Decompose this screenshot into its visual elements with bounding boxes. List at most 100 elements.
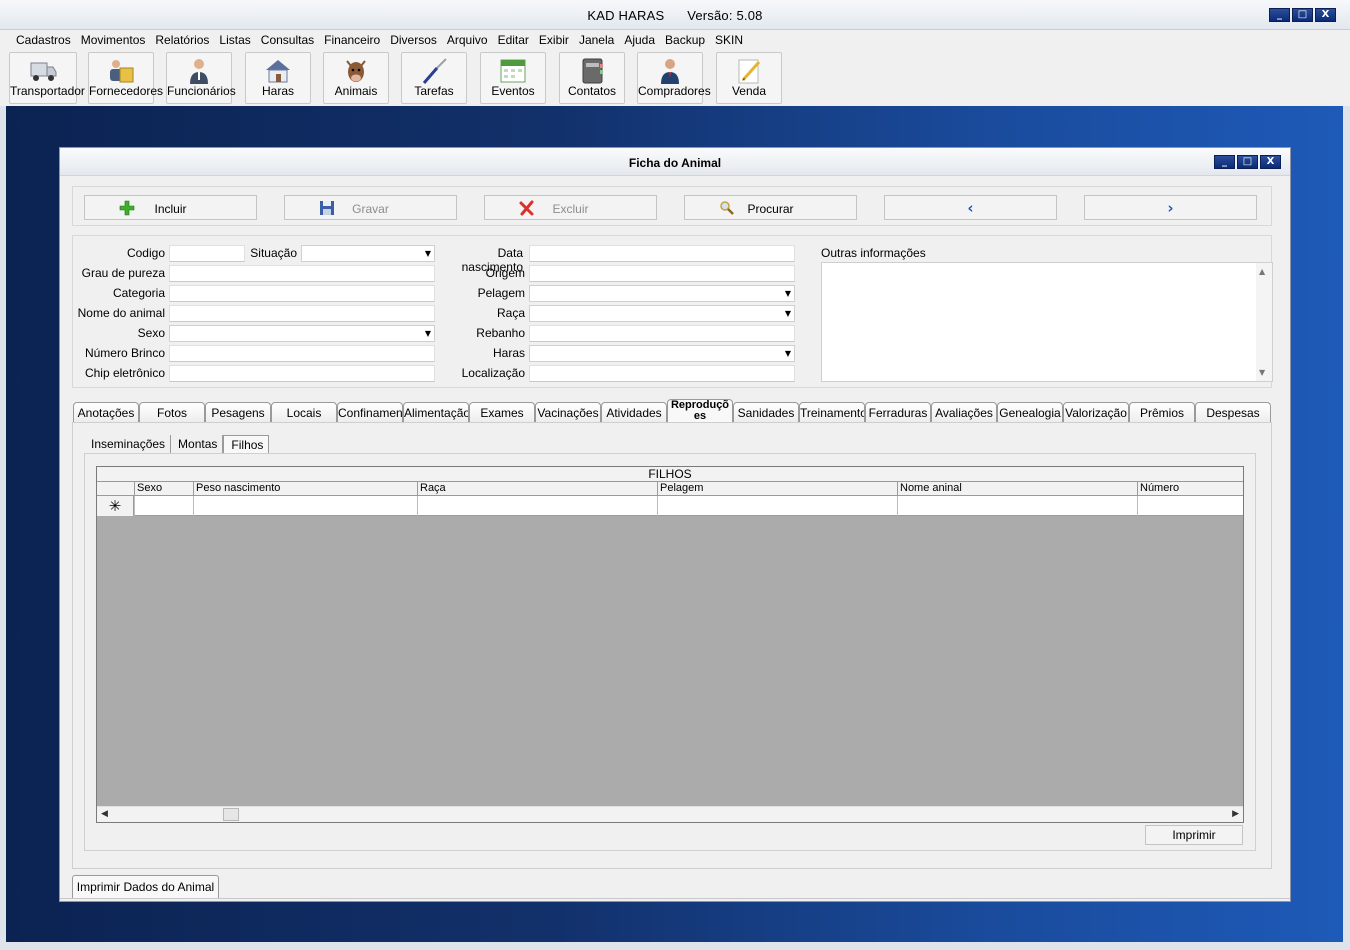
menu-backup[interactable]: Backup: [660, 30, 710, 50]
imprimir-dados-animal-button[interactable]: Imprimir Dados do Animal: [72, 875, 219, 898]
scroll-left-icon[interactable]: ◀: [101, 809, 108, 819]
procurar-button[interactable]: Procurar: [684, 195, 857, 220]
menu-skin[interactable]: SKIN: [710, 30, 748, 50]
column-header-pelagem[interactable]: Pelagem: [657, 482, 897, 496]
tab-sanidades[interactable]: Sanidades: [733, 402, 799, 423]
tab-atividades[interactable]: Atividades: [601, 402, 667, 423]
cell-nome-animal[interactable]: [897, 496, 1137, 516]
codigo-input[interactable]: [169, 245, 245, 262]
menu-diversos[interactable]: Diversos: [385, 30, 442, 50]
toolbar-compradores-button[interactable]: Compradores: [637, 52, 711, 104]
menu-ajuda[interactable]: Ajuda: [619, 30, 660, 50]
subtab-inseminacoes[interactable]: Inseminações: [84, 435, 172, 453]
toolbar: Transportador Fornecedores Funcionários …: [0, 50, 1350, 106]
menu-movimentos[interactable]: Movimentos: [76, 30, 151, 50]
numero-brinco-input[interactable]: [169, 345, 435, 362]
cell-sexo[interactable]: [134, 496, 193, 516]
minimize-button[interactable]: _: [1269, 8, 1290, 22]
data-nascimento-input[interactable]: [529, 245, 795, 262]
scrollbar-thumb[interactable]: [223, 808, 239, 821]
child-close-button[interactable]: X: [1260, 155, 1281, 169]
toolbar-fornecedores-button[interactable]: Fornecedores: [88, 52, 163, 104]
tab-reproducoes[interactable]: Reproduções: [667, 399, 733, 423]
outras-informacoes-textarea[interactable]: ▲ ▼: [821, 262, 1273, 382]
tab-pesagens[interactable]: Pesagens: [205, 402, 271, 423]
tab-treinamentos[interactable]: Treinamentos: [799, 402, 865, 423]
app-titlebar: KAD HARAS Versão: 5.08 _ □ X: [0, 0, 1350, 30]
rebanho-input[interactable]: [529, 325, 795, 342]
menu-janela[interactable]: Janela: [574, 30, 619, 50]
toolbar-funcionarios-button[interactable]: Funcionários: [166, 52, 236, 104]
toolbar-eventos-button[interactable]: Eventos: [480, 52, 546, 104]
employee-icon: [190, 59, 208, 84]
raca-select[interactable]: ▼: [529, 305, 795, 322]
menu-arquivo[interactable]: Arquivo: [442, 30, 493, 50]
outras-scrollbar[interactable]: ▲ ▼: [1256, 263, 1272, 381]
menu-financeiro[interactable]: Financeiro: [319, 30, 385, 50]
tab-premios[interactable]: Prêmios: [1129, 402, 1195, 423]
cell-numero[interactable]: [1137, 496, 1243, 516]
child-maximize-button[interactable]: □: [1237, 155, 1258, 169]
nome-animal-input[interactable]: [169, 305, 435, 322]
origem-input[interactable]: [529, 265, 795, 282]
cell-pelagem[interactable]: [657, 496, 897, 516]
column-header-nome-animal[interactable]: Nome aninal: [897, 482, 1137, 496]
gravar-button[interactable]: Gravar: [284, 195, 457, 220]
toolbar-venda-button[interactable]: Venda: [716, 52, 782, 104]
situacao-select[interactable]: ▼: [301, 245, 435, 262]
menu-relatorios[interactable]: Relatórios: [150, 30, 214, 50]
maximize-button[interactable]: □: [1292, 8, 1313, 22]
next-record-button[interactable]: ›: [1084, 195, 1257, 220]
cell-raca[interactable]: [417, 496, 657, 516]
menu-exibir[interactable]: Exibir: [534, 30, 574, 50]
scroll-right-icon[interactable]: ▶: [1232, 809, 1239, 819]
tab-anotacoes[interactable]: Anotações: [73, 402, 139, 423]
scroll-up-icon[interactable]: ▲: [1259, 267, 1265, 276]
cell-peso-nascimento[interactable]: [193, 496, 417, 516]
tab-ferraduras[interactable]: Ferraduras: [865, 402, 931, 423]
toolbar-transportador-button[interactable]: Transportador: [9, 52, 85, 104]
tab-avaliacoes[interactable]: Avaliações: [931, 402, 997, 423]
child-minimize-button[interactable]: _: [1214, 155, 1235, 169]
localizacao-input[interactable]: [529, 365, 795, 382]
column-header-numero[interactable]: Número: [1137, 482, 1243, 496]
scroll-down-icon[interactable]: ▼: [1259, 368, 1265, 377]
subtab-filhos[interactable]: Filhos: [223, 435, 270, 453]
menu-editar[interactable]: Editar: [493, 30, 534, 50]
column-header-peso-nascimento[interactable]: Peso nascimento: [193, 482, 417, 496]
haras-select[interactable]: ▼: [529, 345, 795, 362]
toolbar-contatos-button[interactable]: Contatos: [559, 52, 625, 104]
tab-exames[interactable]: Exames: [469, 402, 535, 423]
menu-listas[interactable]: Listas: [214, 30, 255, 50]
tab-fotos[interactable]: Fotos: [139, 402, 205, 423]
grau-pureza-input[interactable]: [169, 265, 435, 282]
grid-horizontal-scrollbar[interactable]: ◀ ▶: [97, 806, 1243, 822]
chip-input[interactable]: [169, 365, 435, 382]
column-header-raca[interactable]: Raça: [417, 482, 657, 496]
imprimir-button[interactable]: Imprimir: [1145, 825, 1243, 845]
tab-genealogia[interactable]: Genealogia: [997, 402, 1063, 423]
raca-label: Raça: [496, 306, 525, 320]
tab-vacinacoes[interactable]: Vacinações: [535, 402, 601, 423]
toolbar-tarefas-button[interactable]: Tarefas: [401, 52, 467, 104]
previous-record-button[interactable]: ‹: [884, 195, 1057, 220]
sexo-select[interactable]: ▼: [169, 325, 435, 342]
incluir-button[interactable]: Incluir: [84, 195, 257, 220]
close-button[interactable]: X: [1315, 8, 1336, 22]
subtab-montas[interactable]: Montas: [171, 435, 224, 453]
pelagem-select[interactable]: ▼: [529, 285, 795, 302]
tab-locais[interactable]: Locais: [271, 402, 337, 423]
toolbar-haras-button[interactable]: Haras: [245, 52, 311, 104]
toolbar-label: Compradores: [638, 84, 711, 98]
tab-despesas[interactable]: Despesas: [1195, 402, 1271, 423]
column-header-sexo[interactable]: Sexo: [134, 482, 193, 496]
excluir-button[interactable]: Excluir: [484, 195, 657, 220]
menu-consultas[interactable]: Consultas: [256, 30, 319, 50]
tab-alimentacao[interactable]: Alimentação: [403, 402, 469, 423]
toolbar-animais-button[interactable]: Animais: [323, 52, 389, 104]
tab-valorizacao[interactable]: Valorização: [1063, 402, 1129, 423]
chevron-down-icon: ▼: [424, 329, 431, 338]
tab-confinamento[interactable]: Confinamen: [337, 402, 403, 423]
categoria-input[interactable]: [169, 285, 435, 302]
menu-cadastros[interactable]: Cadastros: [11, 30, 76, 50]
